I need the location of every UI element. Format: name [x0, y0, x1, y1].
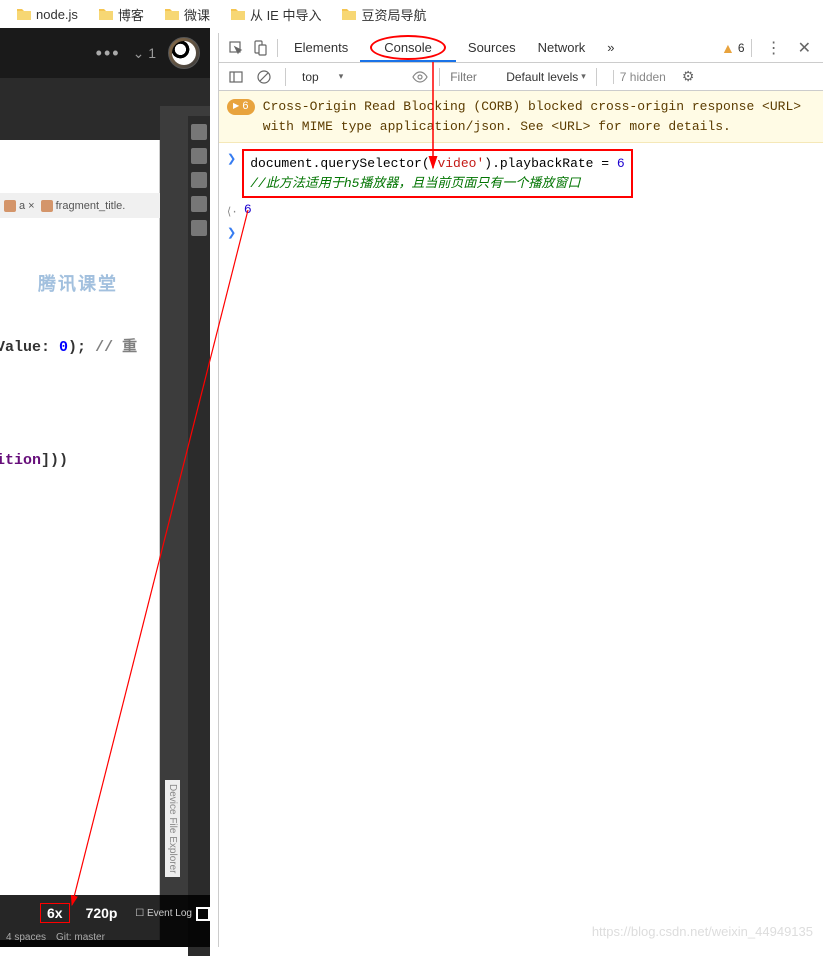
console-body[interactable]: ❯ document.querySelector('video').playba…: [219, 143, 823, 246]
file-icon: [41, 200, 53, 212]
warning-icon: ▲: [721, 40, 735, 56]
clear-console-icon[interactable]: [253, 66, 275, 88]
bookmark-ie-import[interactable]: 从 IE 中导入: [222, 3, 330, 26]
tab-sources[interactable]: Sources: [458, 34, 526, 61]
folder-icon: [98, 7, 114, 21]
gutter-icon[interactable]: [191, 220, 207, 236]
hidden-messages-count[interactable]: 7 hidden: [613, 70, 672, 84]
context-selector[interactable]: top: [296, 68, 349, 86]
bookmark-label: 豆资局导航: [361, 5, 426, 24]
video-bottom-bar: 6x 720p ☐ Event Log 4 spaces Git: master: [0, 895, 210, 947]
console-result-row: ⟨· 6: [227, 200, 815, 221]
bookmark-nodejs[interactable]: node.js: [8, 5, 86, 24]
git-branch[interactable]: Git: master: [56, 932, 105, 943]
devtools-header: Elements Console Sources Network » ▲6 ⋮ …: [219, 33, 823, 63]
warning-count-badge: 6: [227, 99, 255, 115]
user-avatar[interactable]: [168, 37, 200, 69]
bookmarks-bar: node.js 博客 微课 从 IE 中导入 豆资局导航: [0, 0, 823, 28]
bookmark-label: 博客: [118, 5, 144, 24]
result-value: 6: [244, 202, 252, 217]
console-toolbar: top Default levels 7 hidden ⚙: [219, 63, 823, 91]
device-file-explorer-tab[interactable]: Device File Explorer: [165, 780, 180, 877]
ide-code-area: 腾讯课堂 aultValue: 0); // 重 kPosition])): [0, 140, 160, 940]
console-input-row: ❯ document.querySelector('video').playba…: [227, 147, 815, 200]
ide-tab[interactable]: fragment_title.: [41, 200, 126, 212]
gutter-icon[interactable]: [191, 172, 207, 188]
video-quality[interactable]: 720p: [86, 905, 118, 921]
page-watermark: https://blog.csdn.net/weixin_44949135: [592, 924, 813, 939]
log-levels-selector[interactable]: Default levels: [506, 70, 586, 84]
highlighted-code-box: document.querySelector('video').playback…: [242, 149, 632, 198]
device-toggle-icon[interactable]: [249, 37, 271, 59]
close-icon[interactable]: ✕: [792, 38, 817, 58]
ide-tab[interactable]: a ×: [4, 200, 35, 212]
prompt-icon: ❯: [227, 152, 236, 166]
folder-icon: [164, 7, 180, 21]
filter-input[interactable]: [450, 70, 500, 84]
console-prompt-row[interactable]: ❯: [227, 221, 815, 242]
tab-console[interactable]: Console: [360, 34, 456, 61]
video-page-panel: ••• ⌄ 1 腾讯课堂 aultValue: 0); // 重 kPositi…: [0, 28, 210, 947]
tab-more[interactable]: »: [597, 34, 624, 61]
folder-icon: [341, 7, 357, 21]
settings-gear-icon[interactable]: ⚙: [682, 68, 695, 85]
gutter-icon[interactable]: [191, 196, 207, 212]
sidebar-toggle-icon[interactable]: [225, 66, 247, 88]
ide-statusbar: 4 spaces Git: master: [6, 932, 105, 943]
file-icon: [4, 200, 16, 212]
inspect-icon[interactable]: [225, 37, 247, 59]
code-line: aultValue: 0); // 重: [0, 335, 137, 356]
bookmark-label: 微课: [184, 5, 210, 24]
bookmark-nav[interactable]: 豆资局导航: [333, 3, 434, 26]
console-warning-row[interactable]: 6 Cross-Origin Read Blocking (CORB) bloc…: [219, 91, 823, 143]
folder-icon: [230, 7, 246, 21]
folder-icon: [16, 7, 32, 21]
devtools-panel: Elements Console Sources Network » ▲6 ⋮ …: [218, 33, 823, 947]
code-comment: //此方法适用于h5播放器，且当前页面只有一个播放窗口: [250, 174, 624, 194]
version-indicator: ⌄ 1: [133, 45, 156, 62]
video-top-bar: ••• ⌄ 1: [0, 28, 210, 78]
tab-elements[interactable]: Elements: [284, 34, 358, 61]
ide-tabs: a × fragment_title.: [0, 193, 160, 218]
playback-speed-badge[interactable]: 6x: [40, 903, 70, 923]
bookmark-blog[interactable]: 博客: [90, 3, 152, 26]
code-line: kPosition])): [0, 452, 68, 469]
prompt-icon: ❯: [227, 226, 236, 240]
tab-network[interactable]: Network: [528, 34, 596, 61]
video-watermark: 腾讯课堂: [38, 270, 118, 296]
bookmark-label: 从 IE 中导入: [250, 5, 322, 24]
warning-text: Cross-Origin Read Blocking (CORB) blocke…: [263, 97, 815, 136]
warnings-count[interactable]: ▲6: [721, 40, 745, 56]
indent-indicator[interactable]: 4 spaces: [6, 932, 46, 943]
gutter-icon[interactable]: [191, 148, 207, 164]
event-log-label[interactable]: ☐ Event Log: [135, 908, 192, 919]
bookmark-weike[interactable]: 微课: [156, 3, 218, 26]
bookmark-label: node.js: [36, 7, 78, 22]
gutter-icon[interactable]: [191, 124, 207, 140]
devtools-menu-icon[interactable]: ⋮: [758, 38, 790, 58]
result-icon: ⟨·: [227, 205, 238, 219]
live-expression-icon[interactable]: [411, 66, 429, 88]
more-dots-icon[interactable]: •••: [96, 43, 121, 64]
fullscreen-icon[interactable]: [196, 907, 210, 921]
